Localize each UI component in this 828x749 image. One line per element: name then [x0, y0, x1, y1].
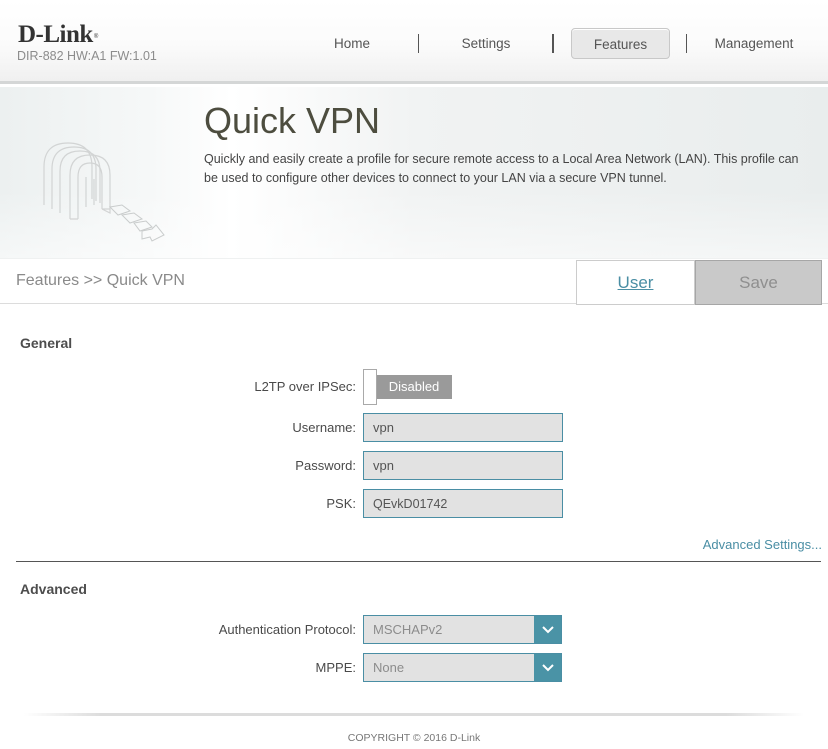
- model-info: DIR-882 HW:A1 FW:1.01: [17, 49, 157, 63]
- section-divider: [16, 561, 821, 562]
- nav-home[interactable]: Home: [300, 28, 404, 59]
- user-button[interactable]: User: [576, 260, 695, 305]
- nav-separator: [552, 34, 554, 53]
- breadcrumb: Features >> Quick VPN: [16, 272, 185, 289]
- action-bar: Features >> Quick VPN User Save: [0, 260, 828, 305]
- l2tp-label: L2TP over IPSec:: [254, 379, 356, 394]
- top-header: D-Link® DIR-882 HW:A1 FW:1.01 Home Setti…: [0, 0, 828, 84]
- mppe-label: MPPE:: [315, 660, 356, 675]
- section-title-general: General: [20, 335, 73, 351]
- password-input[interactable]: [363, 451, 563, 480]
- chevron-down-icon[interactable]: [534, 654, 561, 681]
- registered-mark: ®: [93, 34, 98, 40]
- auth-protocol-value: MSCHAPv2: [373, 622, 443, 637]
- page-description: Quickly and easily create a profile for …: [204, 152, 799, 185]
- nav-separator: [418, 34, 419, 53]
- nav-features[interactable]: Features: [571, 28, 670, 59]
- l2tp-toggle[interactable]: Disabled: [363, 369, 453, 405]
- psk-input[interactable]: [363, 489, 563, 518]
- advanced-settings-link[interactable]: Advanced Settings...: [703, 537, 822, 552]
- username-label: Username:: [292, 420, 356, 435]
- mppe-value: None: [373, 660, 405, 675]
- nav-management[interactable]: Management: [700, 28, 808, 59]
- main-nav: Home Settings Features Management: [300, 28, 828, 60]
- save-button[interactable]: Save: [695, 260, 822, 305]
- page-title: Quick VPN: [204, 100, 381, 141]
- dlink-logo: D-Link®: [18, 21, 98, 48]
- toggle-track: Disabled: [376, 375, 452, 399]
- auth-protocol-label: Authentication Protocol:: [218, 622, 356, 637]
- username-input[interactable]: [363, 413, 563, 442]
- nav-settings[interactable]: Settings: [430, 28, 542, 59]
- page-banner: Quick VPN Quickly and easily create a pr…: [0, 87, 828, 259]
- vpn-tunnel-icon: [43, 142, 165, 242]
- toggle-knob[interactable]: [363, 369, 377, 405]
- footer-divider: [24, 713, 804, 716]
- mppe-select[interactable]: None: [363, 653, 562, 682]
- chevron-down-icon[interactable]: [534, 616, 561, 643]
- auth-protocol-select[interactable]: MSCHAPv2: [363, 615, 562, 644]
- copyright: COPYRIGHT © 2016 D-Link: [347, 732, 481, 744]
- psk-label: PSK:: [326, 496, 356, 511]
- section-title-advanced: Advanced: [20, 581, 87, 597]
- password-label: Password:: [295, 458, 356, 473]
- logo-text: D-Link: [18, 21, 93, 48]
- nav-separator: [686, 34, 687, 53]
